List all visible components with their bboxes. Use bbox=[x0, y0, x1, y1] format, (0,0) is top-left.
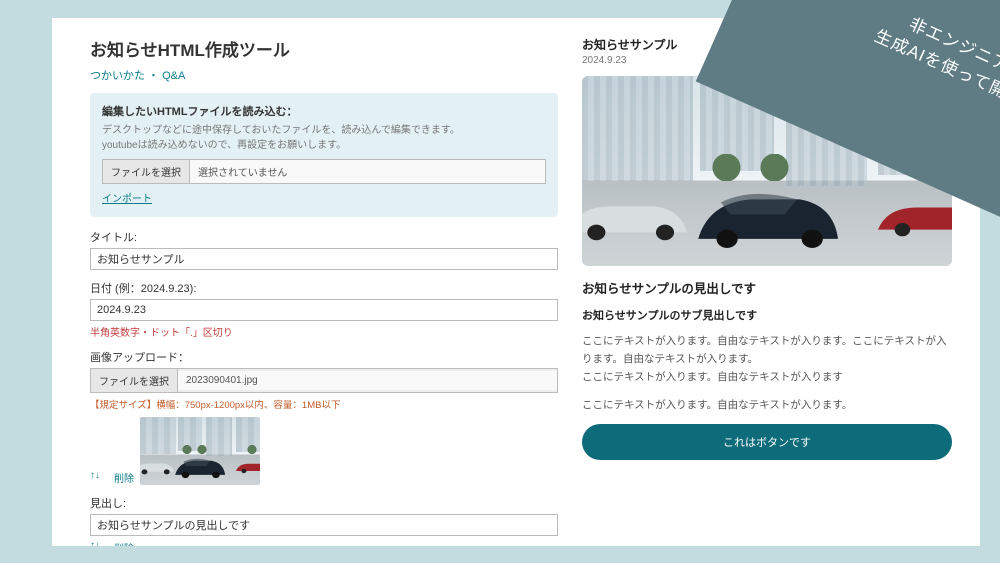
howto-link[interactable]: つかいかた bbox=[90, 70, 145, 82]
delete-link-1[interactable]: 削除 bbox=[114, 470, 134, 485]
preview-cta-button[interactable]: これはボタンです bbox=[582, 424, 952, 460]
preview-heading: お知らせサンプルの見出しです bbox=[582, 278, 952, 297]
page-title: お知らせHTML作成ツール bbox=[90, 36, 558, 61]
file-select-button[interactable]: ファイルを選択 bbox=[103, 160, 190, 183]
upload-file-button[interactable]: ファイルを選択 bbox=[91, 369, 178, 392]
import-link[interactable]: インポート bbox=[102, 190, 152, 205]
upload-file-input[interactable]: ファイルを選択 2023090401.jpg bbox=[90, 368, 558, 393]
upload-file-value: 2023090401.jpg bbox=[178, 371, 557, 390]
thumbnail-row: ↑↓ 削除 bbox=[90, 417, 558, 485]
link-sep: ・ bbox=[145, 70, 162, 82]
heading-input[interactable] bbox=[90, 514, 558, 536]
upload-hint: 【規定サイズ】横幅：750px-1200px以内、容量：1MB以下 bbox=[90, 397, 558, 411]
delete-link-2[interactable]: 削除 bbox=[114, 540, 134, 546]
title-label: タイトル: bbox=[90, 229, 558, 245]
preview-body-2: ここにテキストが入ります。自由なテキストが入ります。 bbox=[582, 397, 952, 415]
heading-label: 見出し: bbox=[90, 495, 558, 511]
import-title: 編集したいHTMLファイルを読み込む： bbox=[102, 103, 546, 119]
thumbnail-image bbox=[140, 417, 260, 485]
date-label: 日付 (例：2024.9.23): bbox=[90, 280, 558, 296]
import-box: 編集したいHTMLファイルを読み込む： デスクトップなどに途中保存しておいたファ… bbox=[90, 93, 558, 217]
title-input[interactable] bbox=[90, 248, 558, 270]
reorder-up-1[interactable]: ↑↓ bbox=[90, 470, 100, 485]
import-file-input[interactable]: ファイルを選択 選択されていません bbox=[102, 159, 546, 184]
top-links: つかいかた ・ Q&A bbox=[90, 67, 558, 83]
upload-label: 画像アップロード： bbox=[90, 349, 558, 365]
date-input[interactable] bbox=[90, 299, 558, 321]
file-selected-value: 選択されていません bbox=[190, 160, 545, 183]
import-desc: デスクトップなどに途中保存しておいたファイルを、読み込んで編集できます。 you… bbox=[102, 123, 546, 153]
qa-link[interactable]: Q&A bbox=[162, 70, 185, 82]
reorder-up-2[interactable]: ↑↓ bbox=[90, 540, 100, 546]
preview-subheading: お知らせサンプルのサブ見出しです bbox=[582, 307, 952, 323]
date-hint: 半角英数字・ドット「.」区切り bbox=[90, 324, 558, 339]
editor-panel: お知らせHTML作成ツール つかいかた ・ Q&A 編集したいHTMLファイルを… bbox=[52, 18, 582, 546]
preview-body-1: ここにテキストが入ります。自由なテキストが入ります。ここにテキストが入ります。自… bbox=[582, 333, 952, 387]
